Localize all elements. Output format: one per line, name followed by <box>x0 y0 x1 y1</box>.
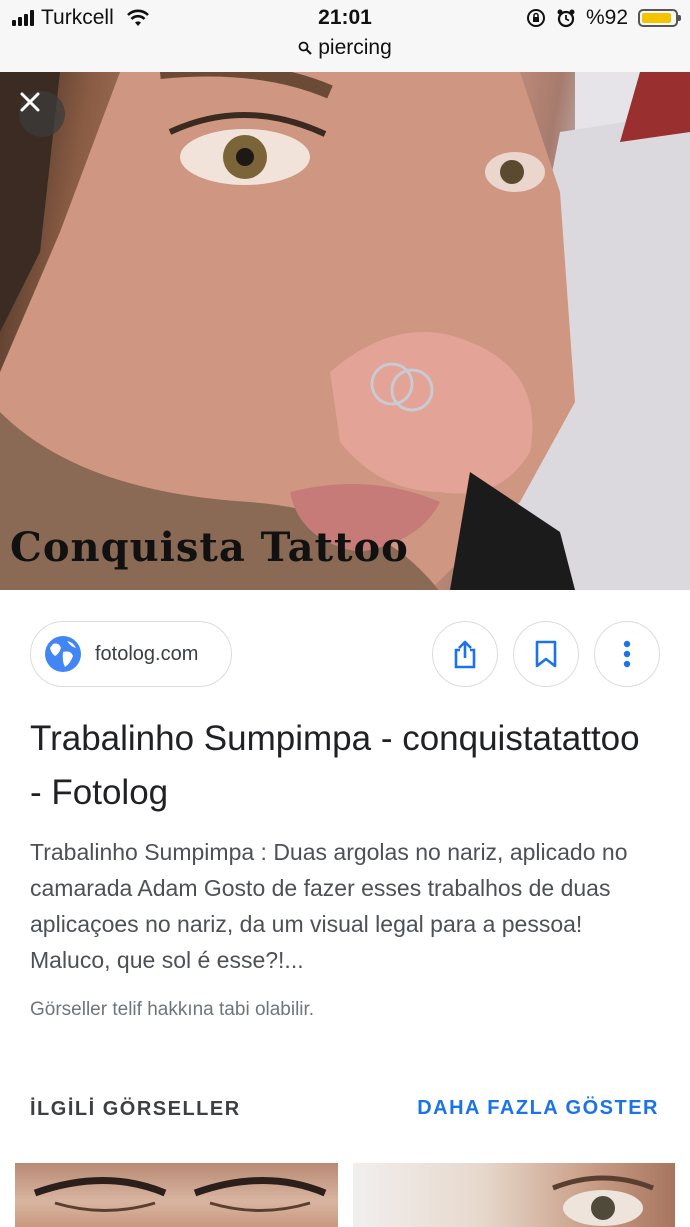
result-snippet: Trabalinho Sumpimpa : Duas argolas no na… <box>30 839 628 973</box>
result-title[interactable]: Trabalinho Sumpimpa - conquistatattoo - … <box>30 712 650 820</box>
globe-icon <box>45 636 81 672</box>
url-text: piercing <box>318 36 392 59</box>
battery-percent: %92 <box>585 6 628 29</box>
related-image-thumbnail[interactable] <box>15 1163 338 1227</box>
thumbnail-illustration <box>33 1177 327 1212</box>
share-button[interactable] <box>432 621 498 687</box>
more-vert-icon <box>623 640 631 668</box>
more-options-button[interactable] <box>594 621 660 687</box>
watermark-text: Conquista Tattoo <box>10 524 409 571</box>
url-bar[interactable]: piercing <box>0 36 690 60</box>
search-icon <box>298 41 312 55</box>
result-image[interactable]: Conquista Tattoo <box>0 72 690 590</box>
status-bar: Turkcell 21:01 %92 piercing <box>0 0 690 72</box>
bookmark-icon <box>535 640 557 668</box>
thumbnail-illustration <box>552 1175 654 1226</box>
alarm-icon <box>557 9 575 28</box>
source-link[interactable]: fotolog.com <box>30 621 232 687</box>
share-icon <box>454 640 476 669</box>
copyright-notice: Görseller telif hakkına tabi olabilir. <box>30 999 315 1020</box>
related-image-thumbnail[interactable] <box>353 1163 675 1227</box>
related-images-heading: İLGİLİ GÖRSELLER <box>30 1098 241 1120</box>
battery-icon <box>638 9 681 27</box>
orientation-lock-icon <box>526 9 545 27</box>
status-right: %92 <box>526 6 681 30</box>
bookmark-button[interactable] <box>513 621 579 687</box>
close-button[interactable] <box>19 91 65 137</box>
source-domain: fotolog.com <box>95 642 199 665</box>
hero-illustration <box>0 72 690 590</box>
battery-level <box>642 13 672 23</box>
show-more-link[interactable]: DAHA FAZLA GÖSTER <box>417 1097 659 1120</box>
close-icon <box>20 92 40 112</box>
